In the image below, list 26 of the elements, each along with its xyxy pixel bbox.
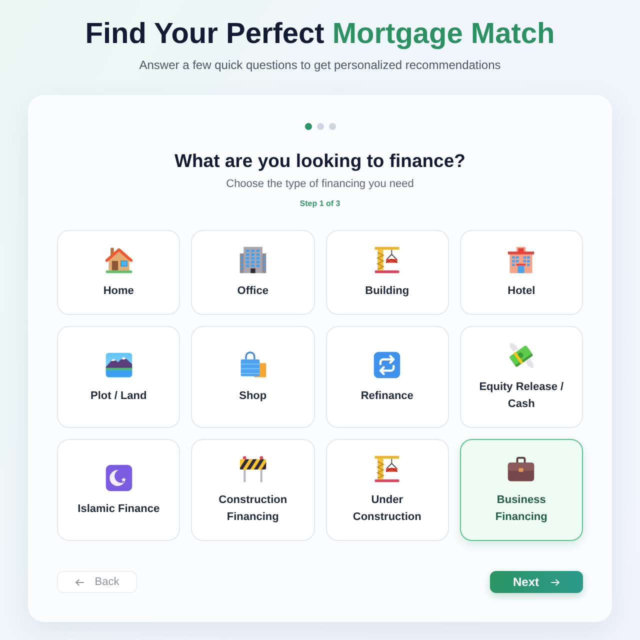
- hotel-icon: [506, 245, 536, 275]
- next-button[interactable]: Next: [490, 571, 583, 593]
- briefcase-icon: [506, 454, 536, 484]
- page-subtitle: Answer a few quick questions to get personalized recommendations: [138, 57, 502, 73]
- office-building-icon: [238, 245, 268, 275]
- finance-type-option[interactable]: Home: [57, 230, 180, 315]
- page-title: Find Your Perfect Mortgage Match: [84, 17, 556, 51]
- step-counter: Step 1 of 3: [298, 198, 342, 210]
- house-icon: [104, 245, 134, 275]
- finance-type-option[interactable]: Construction Financing: [191, 439, 314, 541]
- question-hint: Choose the type of financing you need: [225, 177, 415, 192]
- road-barrier-icon: [238, 454, 268, 484]
- arrow-right-icon: [551, 578, 560, 586]
- finance-type-option[interactable]: Plot / Land: [57, 326, 180, 428]
- finance-type-option[interactable]: Equity Release / Cash: [460, 326, 583, 428]
- repeat-arrows-icon: [372, 350, 402, 380]
- finance-type-option[interactable]: Hotel: [460, 230, 583, 315]
- arrow-left-icon: [74, 578, 84, 586]
- finance-type-option[interactable]: Islamic Finance: [57, 439, 180, 541]
- finance-type-option[interactable]: Shop: [191, 326, 314, 428]
- finance-type-option[interactable]: Office: [191, 230, 314, 315]
- question-heading: What are you looking to finance?: [174, 149, 466, 173]
- finance-type-option[interactable]: Building: [326, 230, 449, 315]
- finance-type-option[interactable]: Business Financing: [460, 439, 583, 541]
- finance-type-option[interactable]: Under Construction: [326, 439, 449, 541]
- finance-type-option[interactable]: Refinance: [326, 326, 449, 428]
